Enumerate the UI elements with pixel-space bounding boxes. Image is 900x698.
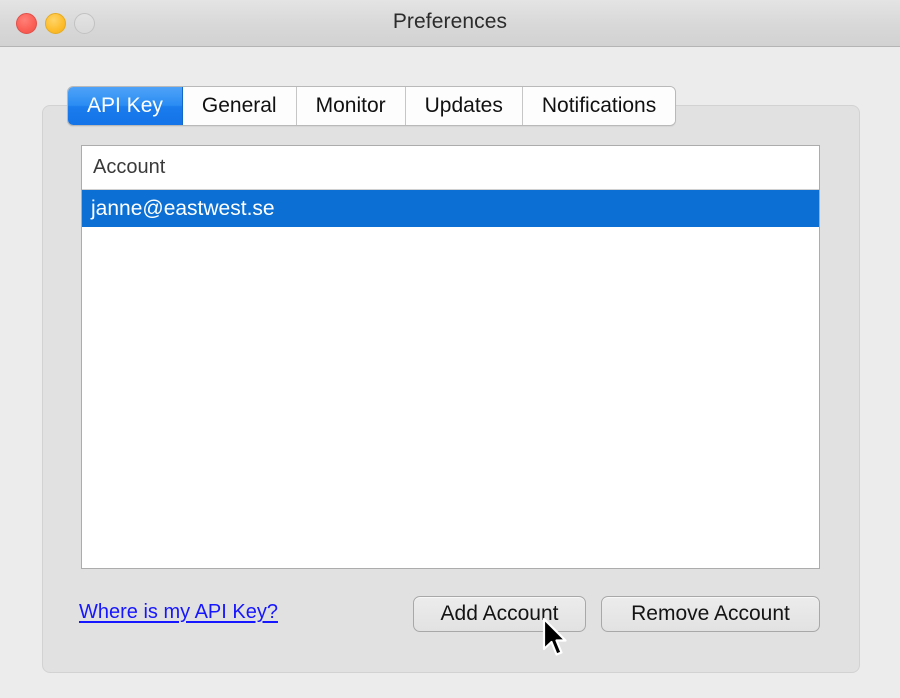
- add-account-button[interactable]: Add Account: [413, 596, 586, 632]
- accounts-list[interactable]: Account janne@eastwest.se: [81, 145, 820, 569]
- title-bar: Preferences: [0, 0, 900, 47]
- tab-updates[interactable]: Updates: [405, 87, 523, 125]
- tab-monitor[interactable]: Monitor: [296, 87, 406, 125]
- column-header-account[interactable]: Account: [82, 156, 165, 179]
- remove-account-button[interactable]: Remove Account: [601, 596, 820, 632]
- window-title: Preferences: [392, 10, 508, 33]
- tab-bar: API Key General Monitor Updates Notifica…: [67, 86, 677, 126]
- account-cell: janne@eastwest.se: [91, 196, 275, 220]
- accounts-list-header: Account: [82, 146, 819, 190]
- tab-notifications[interactable]: Notifications: [522, 87, 676, 125]
- table-row[interactable]: janne@eastwest.se: [82, 190, 819, 227]
- where-is-my-api-key-link[interactable]: Where is my API Key?: [79, 601, 278, 624]
- tab-general[interactable]: General: [182, 87, 297, 125]
- preferences-window: Preferences API Key General Monitor Upda…: [0, 0, 900, 698]
- tab-api-key[interactable]: API Key: [68, 87, 183, 125]
